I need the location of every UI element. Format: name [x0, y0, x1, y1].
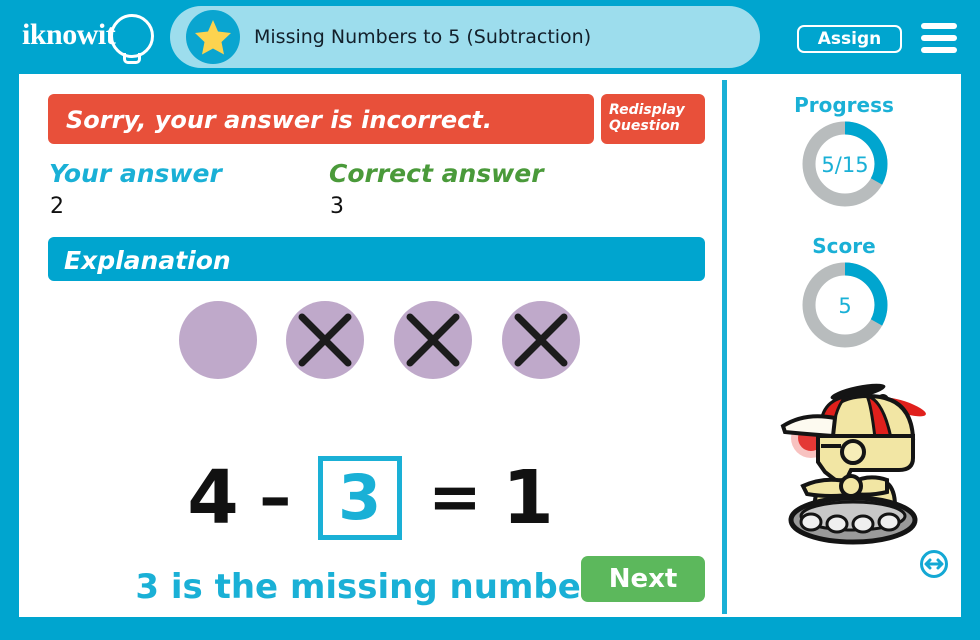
- lightbulb-icon: [110, 14, 154, 58]
- cross-out-icon: [406, 313, 460, 367]
- menu-bar-2: [921, 35, 957, 41]
- feedback-message: Sorry, your answer is incorrect.: [66, 106, 492, 134]
- robot-mascot-icon: [780, 383, 926, 545]
- equation-answer-box: 3: [317, 456, 402, 540]
- app-header: iknowit Missing Numbers to 5 (Subtractio…: [0, 0, 980, 74]
- equation-equals-sign: =: [428, 461, 482, 535]
- score-value: 5: [838, 294, 852, 318]
- page-title: Missing Numbers to 5 (Subtraction): [254, 26, 592, 48]
- counter-group: [179, 301, 580, 379]
- app-window: iknowit Missing Numbers to 5 (Subtractio…: [0, 0, 980, 640]
- assign-button[interactable]: Assign: [797, 25, 902, 53]
- equation-difference: 1: [502, 455, 554, 541]
- incorrect-banner: Sorry, your answer is incorrect.: [48, 94, 594, 144]
- progress-value: 5/15: [821, 153, 869, 177]
- star-icon: [195, 20, 231, 55]
- main-content: Sorry, your answer is incorrect. Redispl…: [19, 74, 722, 617]
- counter-2-crossed: [286, 301, 364, 379]
- score-label: Score: [812, 234, 876, 258]
- lightbulb-base-icon: [123, 53, 141, 64]
- logo-wordmark: iknowit: [22, 18, 116, 51]
- iknowit-logo[interactable]: iknowit: [22, 12, 162, 64]
- hamburger-menu-icon[interactable]: [921, 23, 957, 53]
- sidebar: Progress 5/15 Score 5: [727, 74, 961, 617]
- feedback-row: Sorry, your answer is incorrect. Redispl…: [48, 94, 705, 144]
- counter-3-crossed: [394, 301, 472, 379]
- correct-answer-value: 3: [330, 194, 344, 219]
- counter-1: [179, 301, 257, 379]
- resize-horizontal-icon[interactable]: [919, 549, 949, 579]
- counter-disc-icon: [179, 301, 257, 379]
- cross-out-icon: [514, 313, 568, 367]
- progress-label: Progress: [794, 93, 894, 117]
- next-button-label: Next: [608, 564, 678, 594]
- counter-4-crossed: [502, 301, 580, 379]
- equation-minus-sign: –: [259, 461, 292, 535]
- your-answer-value: 2: [50, 194, 64, 219]
- next-button[interactable]: Next: [581, 556, 705, 602]
- your-answer-label: Your answer: [49, 159, 222, 188]
- equation-answer-value: 3: [338, 461, 382, 534]
- explanation-title: Explanation: [64, 246, 231, 275]
- star-badge: [186, 10, 240, 64]
- menu-bar-3: [921, 47, 957, 53]
- equation-row: 4 – 3 = 1: [19, 454, 722, 554]
- redisplay-question-button[interactable]: Redisplay Question: [601, 94, 705, 144]
- menu-bar-1: [921, 23, 957, 29]
- explanation-header: Explanation: [48, 237, 705, 281]
- redisplay-label-line1: Redisplay: [609, 102, 685, 118]
- correct-answer-label: Correct answer: [329, 159, 544, 188]
- cross-out-icon: [298, 313, 352, 367]
- redisplay-label-line2: Question: [609, 118, 680, 134]
- equation-minuend: 4: [187, 455, 239, 541]
